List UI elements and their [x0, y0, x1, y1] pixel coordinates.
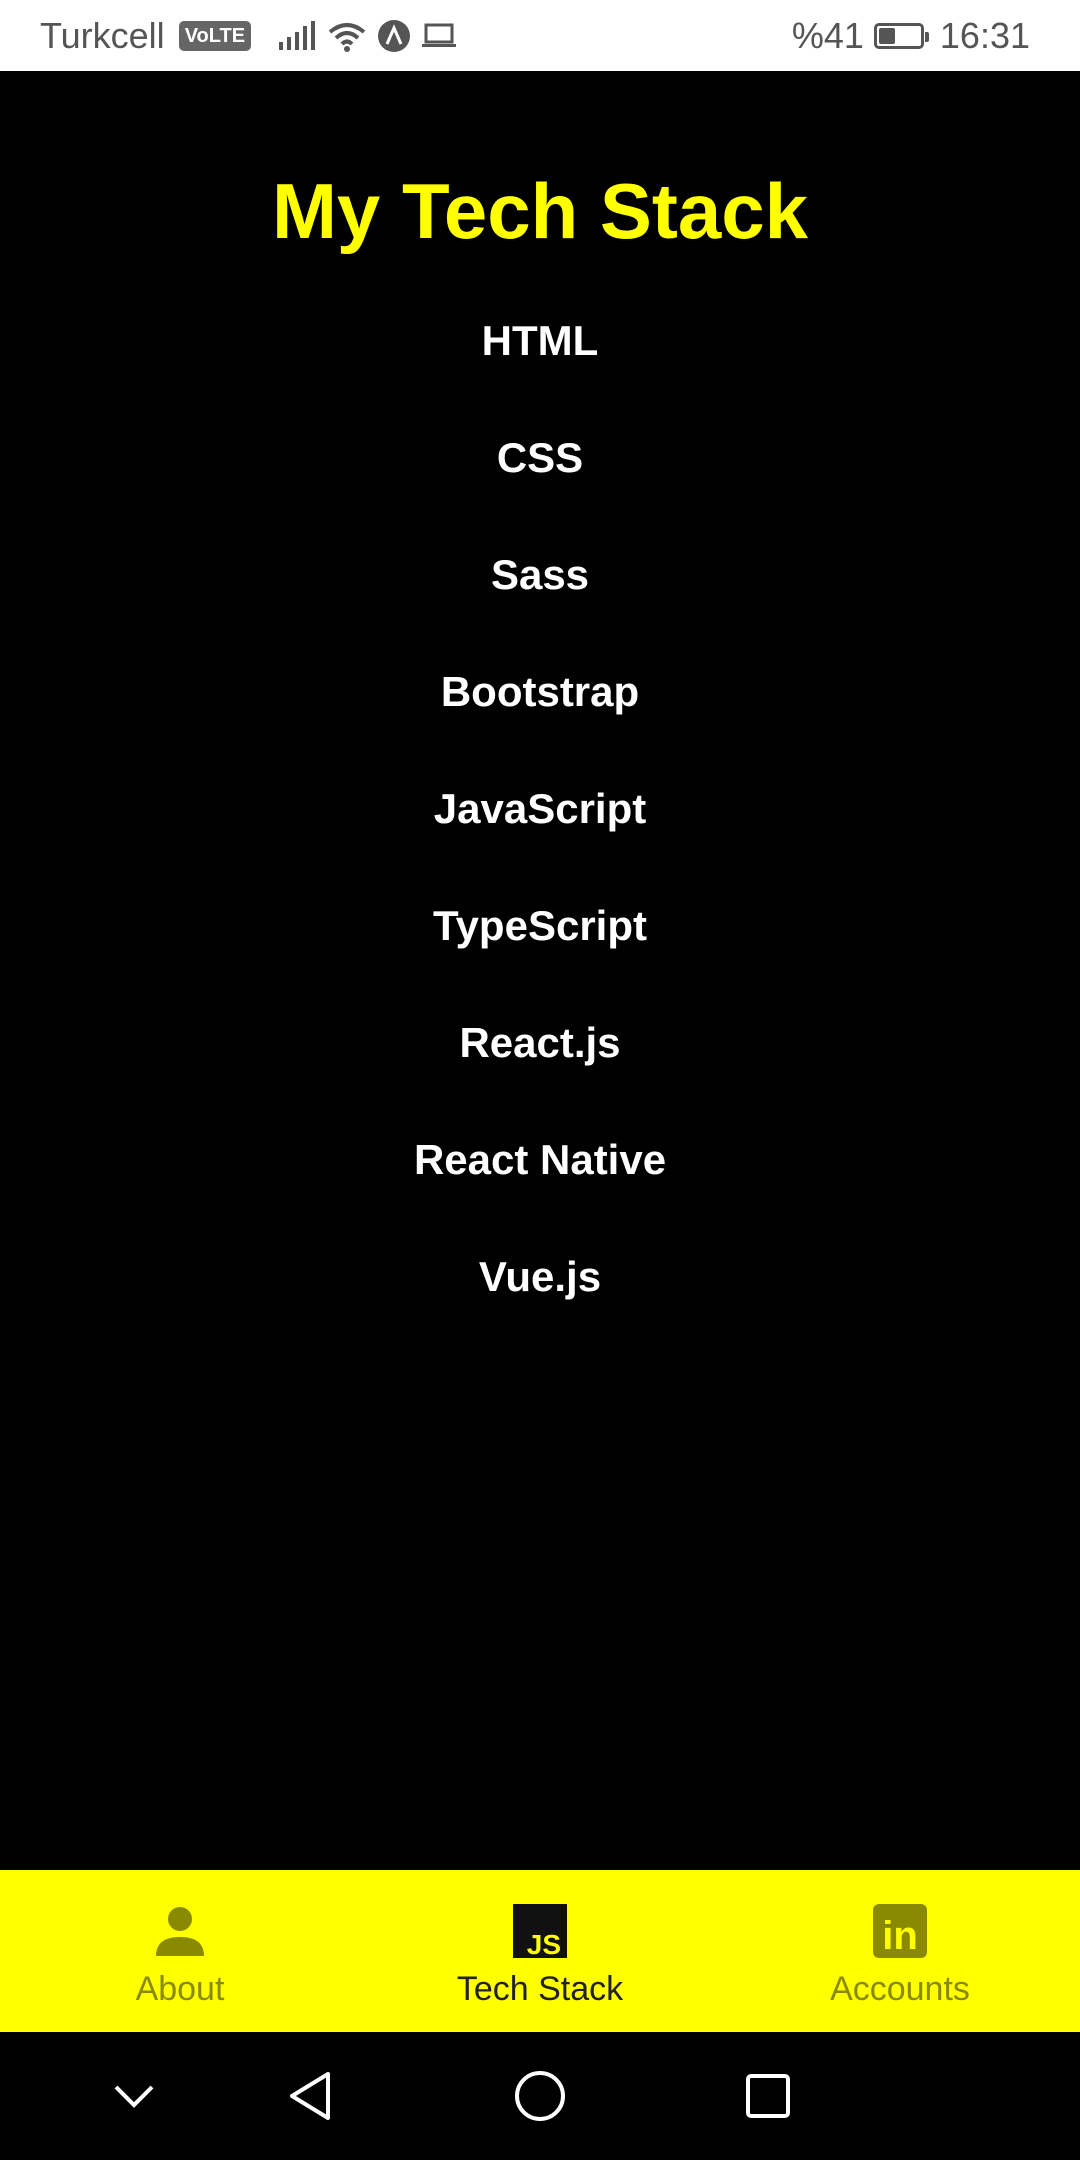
tech-stack-item-css: CSS — [496, 434, 584, 481]
system-nav-bar — [0, 2032, 1080, 2160]
signal-icon — [277, 20, 317, 52]
battery-percent: %41 — [791, 14, 864, 56]
home-icon[interactable] — [510, 2066, 570, 2126]
tech-stack-item-html: HTML — [481, 317, 599, 364]
tab-tech-stack-label: Tech Stack — [456, 1970, 624, 2008]
tech-stack-item-javascript: JavaScript — [433, 785, 647, 832]
tech-stack-item-react-native: React Native — [413, 1136, 667, 1183]
javascript-icon-text: JS — [527, 1929, 561, 1958]
tab-accounts-label: Accounts — [830, 1970, 970, 2008]
tab-about[interactable]: About — [0, 1870, 360, 2032]
linkedin-icon-text: in — [882, 1914, 918, 1958]
laptop-icon — [421, 21, 457, 51]
chevron-down-icon[interactable] — [104, 2066, 164, 2126]
bottom-tab-bar: About JS Tech Stack in Accounts — [0, 1870, 1080, 2032]
battery-level-fill — [878, 27, 896, 44]
carrier-name: Turkcell — [40, 14, 165, 56]
volte-badge: VoLTE — [178, 20, 252, 51]
clock: 16:31 — [939, 14, 1030, 56]
tech-stack-item-reactjs: React.js — [459, 1019, 621, 1066]
tech-stack-item-sass: Sass — [490, 551, 590, 598]
main-content: My Tech Stack HTML CSS Sass Bootstrap Ja… — [0, 71, 1080, 1870]
tech-stack-item-bootstrap: Bootstrap — [440, 668, 640, 715]
recents-icon[interactable] — [738, 2066, 798, 2126]
person-icon — [151, 1902, 209, 1960]
tech-stack-item-vuejs: Vue.js — [478, 1253, 602, 1300]
app-notification-icon — [377, 19, 411, 53]
status-bar: Turkcell VoLTE %41 16:31 — [0, 0, 1080, 71]
tab-accounts[interactable]: in Accounts — [720, 1870, 1080, 2032]
back-icon[interactable] — [280, 2066, 340, 2126]
tab-tech-stack[interactable]: JS Tech Stack — [360, 1870, 720, 2032]
javascript-icon: JS — [511, 1902, 569, 1960]
tab-about-label: About — [135, 1970, 225, 2008]
page-title: My Tech Stack — [271, 167, 809, 255]
wifi-icon — [327, 20, 367, 52]
tech-stack-list: HTML CSS Sass Bootstrap JavaScript TypeS… — [0, 311, 1080, 1364]
battery-icon — [873, 22, 929, 49]
linkedin-icon: in — [871, 1902, 929, 1960]
tech-stack-item-typescript: TypeScript — [433, 902, 647, 949]
